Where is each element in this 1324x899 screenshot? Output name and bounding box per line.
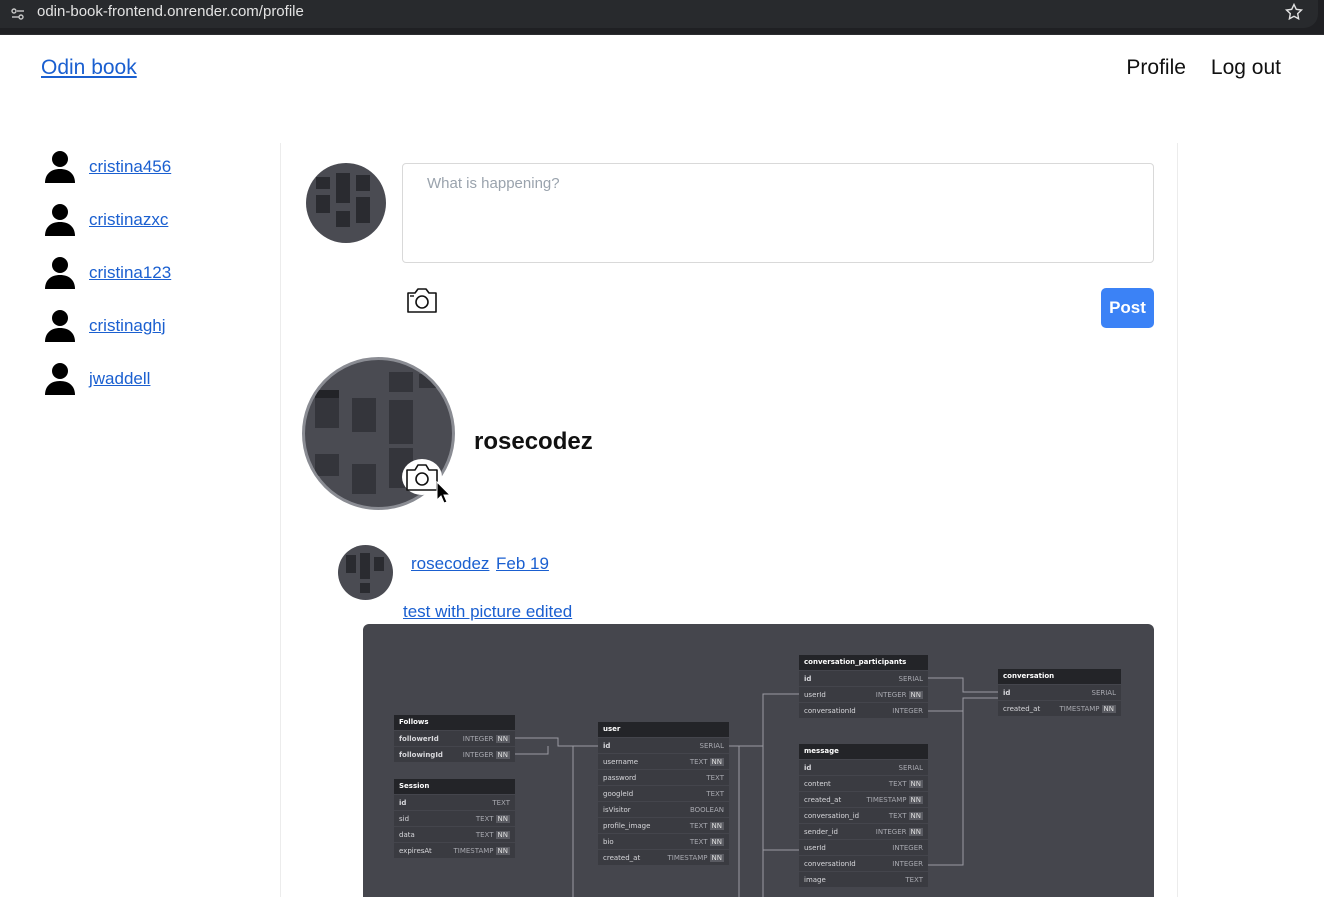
post-date-link[interactable]: Feb 19 — [496, 554, 549, 574]
diagram-row: sender_id INTEGER NN — [799, 823, 928, 839]
diagram-table-name: conversation — [998, 669, 1121, 684]
avatar-thumbnail — [346, 553, 384, 593]
diagram-row: id SERIAL — [998, 684, 1121, 700]
sidebar-user-link[interactable]: cristinaghj — [89, 316, 166, 336]
diagram-table-name: Follows — [394, 715, 515, 730]
nav-profile[interactable]: Profile — [1126, 56, 1186, 80]
page: Odin book Profile Log out cristina456 cr… — [0, 35, 1324, 897]
composer-avatar — [306, 163, 386, 243]
profile-username: rosecodez — [474, 428, 593, 455]
diagram-row: conversationId INTEGER — [799, 855, 928, 871]
post-button[interactable]: Post — [1101, 288, 1154, 328]
person-icon — [45, 256, 75, 289]
diagram-row: data TEXT NN — [394, 826, 515, 842]
sidebar-user-link[interactable]: cristina456 — [89, 157, 171, 177]
diagram-row: sid TEXT NN — [394, 810, 515, 826]
diagram-row: isVisitor BOOLEAN — [598, 801, 729, 817]
diagram-table-name: Session — [394, 779, 515, 794]
diagram-row: expiresAt TIMESTAMP NN — [394, 842, 515, 858]
diagram-row: created_at TIMESTAMP NN — [998, 700, 1121, 716]
feed: Post rosecodez — [280, 143, 1178, 897]
diagram-row: username TEXT NN — [598, 753, 729, 769]
sidebar-user-link[interactable]: jwaddell — [89, 369, 150, 389]
diagram-row: googleId TEXT — [598, 785, 729, 801]
diagram-table: Session id TEXT sid TEXT NN data TEXT NN expi… — [394, 779, 515, 858]
sidebar-user-item[interactable]: cristinazxc — [44, 193, 264, 246]
post-author-link[interactable]: rosecodez — [411, 554, 489, 574]
sidebar-user-item[interactable]: cristina123 — [44, 246, 264, 299]
nav-logout[interactable]: Log out — [1211, 56, 1281, 80]
diagram-row: userId INTEGER NN — [799, 686, 928, 702]
sidebar-user-item[interactable]: cristinaghj — [44, 299, 264, 352]
diagram-row: profile_image TEXT NN — [598, 817, 729, 833]
diagram-table: message id SERIAL content TEXT NN created_a… — [799, 744, 928, 887]
diagram-row: bio TEXT NN — [598, 833, 729, 849]
url-text[interactable]: odin-book-frontend.onrender.com/profile — [37, 3, 304, 21]
diagram-row: followerId INTEGER NN — [394, 730, 515, 746]
person-icon — [45, 150, 75, 183]
diagram-row: id SERIAL — [799, 670, 928, 686]
sidebar-user-link[interactable]: cristina123 — [89, 263, 171, 283]
address-bar[interactable]: odin-book-frontend.onrender.com/profile — [0, 0, 1318, 28]
person-icon — [45, 203, 75, 236]
diagram-table: conversation_participants id SERIAL userI… — [799, 655, 928, 718]
person-icon — [45, 362, 75, 395]
diagram-row: followingId INTEGER NN — [394, 746, 515, 762]
post-composer-input[interactable] — [402, 163, 1154, 263]
diagram-row: password TEXT — [598, 769, 729, 785]
top-nav: Profile Log out — [1126, 56, 1281, 80]
diagram-table-name: user — [598, 722, 729, 737]
diagram-table: user id SERIAL username TEXT NN password TEX… — [598, 722, 729, 865]
diagram-table: conversation id SERIAL created_at TIMESTAM… — [998, 669, 1121, 716]
diagram-row: content TEXT NN — [799, 775, 928, 791]
mouse-cursor-icon — [436, 481, 452, 504]
diagram-row: id SERIAL — [598, 737, 729, 753]
user-sidebar: cristina456 cristinazxc cristina123 cris… — [44, 140, 264, 405]
avatar-thumbnail — [316, 173, 370, 227]
diagram-row: conversationId INTEGER — [799, 702, 928, 718]
camera-icon[interactable] — [405, 285, 439, 315]
diagram-table-name: message — [799, 744, 928, 759]
sidebar-user-link[interactable]: cristinazxc — [89, 210, 168, 230]
diagram-row: created_at TIMESTAMP NN — [799, 791, 928, 807]
brand-link[interactable]: Odin book — [41, 56, 137, 80]
diagram-table: Follows followerId INTEGER NN followingId I… — [394, 715, 515, 762]
sidebar-user-item[interactable]: jwaddell — [44, 352, 264, 405]
bookmark-star-icon[interactable] — [1284, 2, 1304, 22]
site-settings-icon[interactable] — [10, 6, 26, 22]
post-image: Follows followerId INTEGER NN followingId I… — [363, 624, 1154, 897]
post-text-link[interactable]: test with picture edited — [403, 602, 572, 622]
diagram-row: image TEXT — [799, 871, 928, 887]
person-icon — [45, 309, 75, 342]
diagram-table-name: conversation_participants — [799, 655, 928, 670]
diagram-row: id TEXT — [394, 794, 515, 810]
diagram-row: id SERIAL — [799, 759, 928, 775]
browser-toolbar: odin-book-frontend.onrender.com/profile — [0, 0, 1324, 35]
diagram-row: conversation_id TEXT NN — [799, 807, 928, 823]
sidebar-user-item[interactable]: cristina456 — [44, 140, 264, 193]
post-author-avatar — [338, 545, 393, 600]
diagram-row: userId INTEGER — [799, 839, 928, 855]
diagram-row: created_at TIMESTAMP NN — [598, 849, 729, 865]
